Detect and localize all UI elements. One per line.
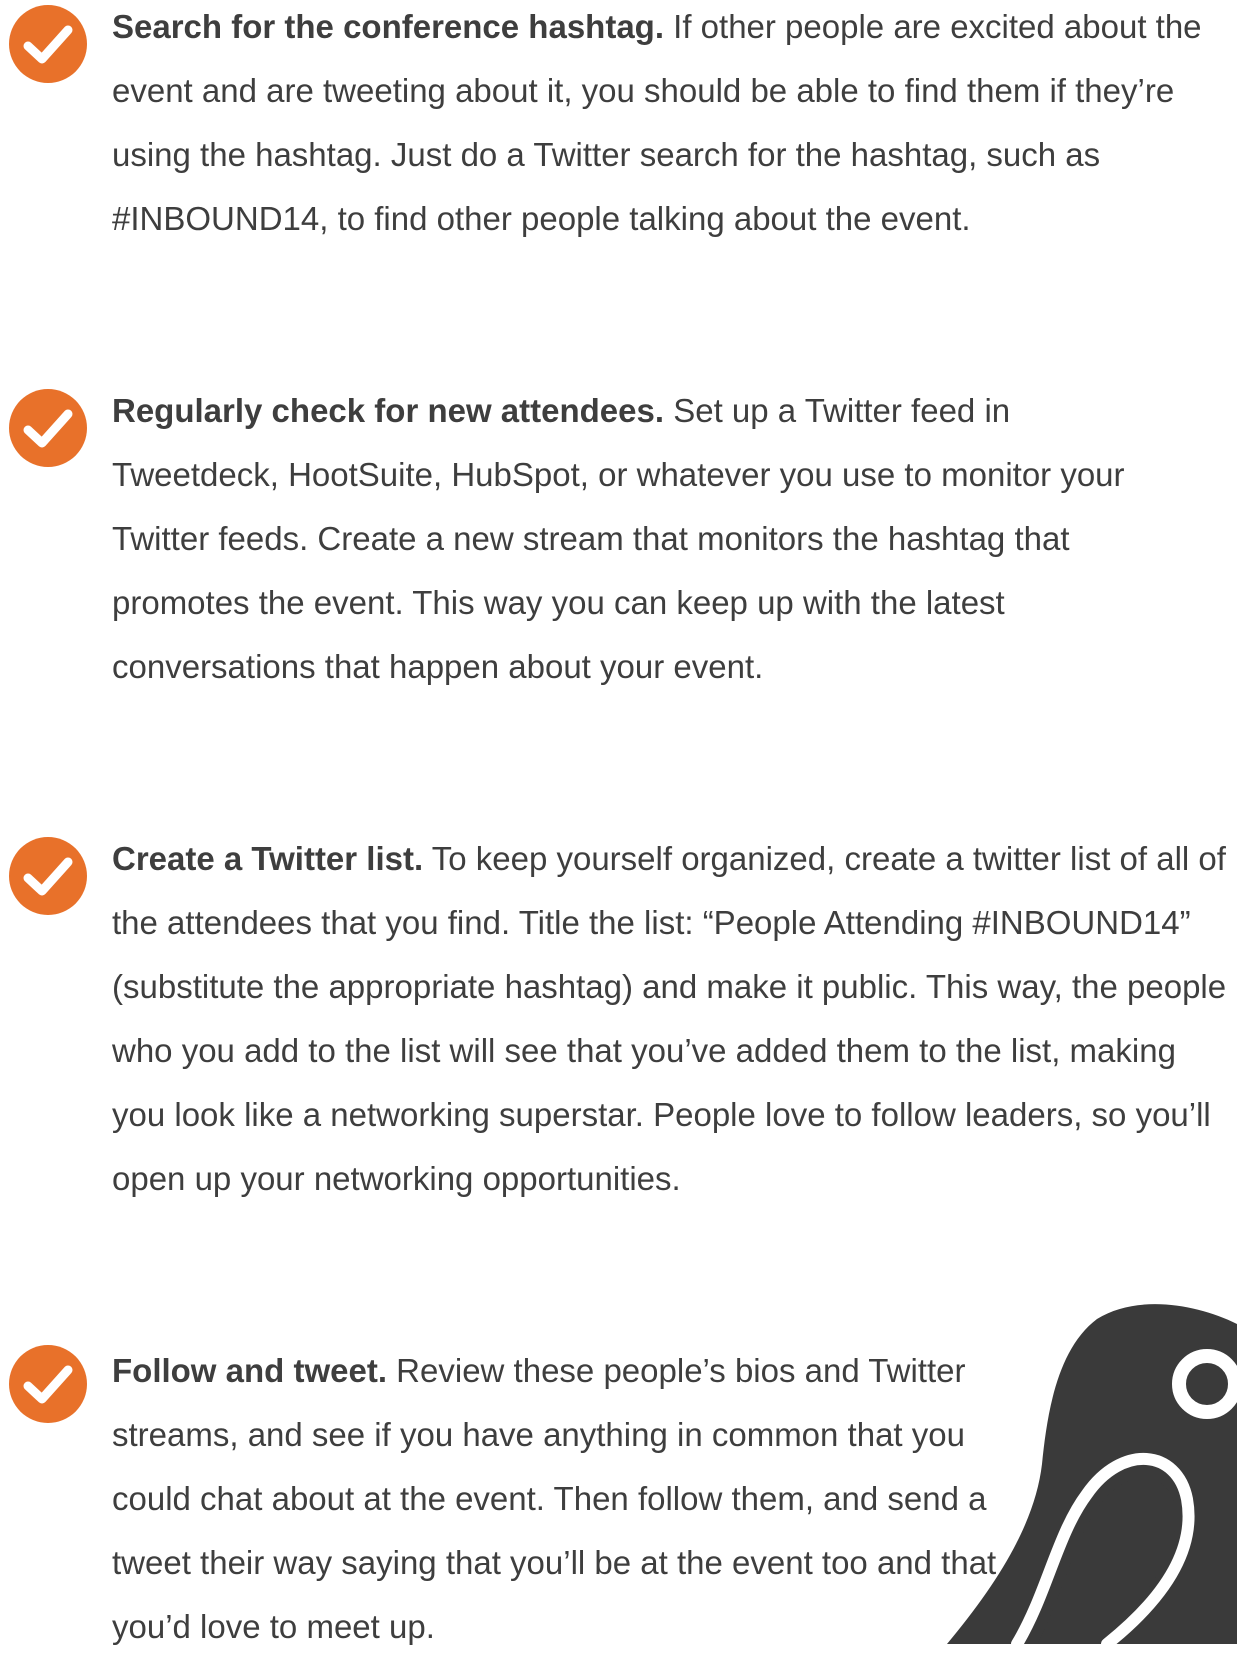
tip-text: Search for the conference hashtag. If ot… bbox=[112, 0, 1232, 251]
tip-body: Review these people’s bios and Twitter s… bbox=[112, 1352, 997, 1645]
checkmark-circle-icon bbox=[9, 837, 87, 915]
tip-text: Follow and tweet. Review these people’s … bbox=[112, 1339, 1012, 1659]
tip-title: Create a Twitter list. bbox=[112, 840, 424, 877]
checkmark-circle-icon bbox=[9, 389, 87, 467]
checkmark-circle-icon bbox=[9, 5, 87, 83]
tip-title: Regularly check for new attendees. bbox=[112, 392, 665, 429]
tip-text: Regularly check for new attendees. Set u… bbox=[112, 379, 1152, 699]
tip-body: Set up a Twitter feed in Tweetdeck, Hoot… bbox=[112, 392, 1125, 685]
bird-mascot-illustration bbox=[947, 1304, 1237, 1644]
checkmark-circle-icon bbox=[9, 1345, 87, 1423]
tip-title: Search for the conference hashtag. bbox=[112, 8, 664, 45]
tip-title: Follow and tweet. bbox=[112, 1352, 388, 1389]
tip-body: To keep yourself organized, create a twi… bbox=[112, 840, 1227, 1197]
tip-text: Create a Twitter list. To keep yourself … bbox=[112, 827, 1232, 1211]
